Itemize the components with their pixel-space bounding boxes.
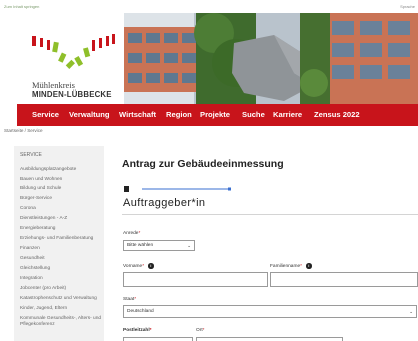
info-icon[interactable]: i: [148, 263, 154, 269]
nav-item-karriere[interactable]: Karriere: [273, 110, 302, 119]
vorname-label: Vorname* i: [123, 263, 154, 269]
nav-item-service[interactable]: Service: [32, 110, 59, 119]
page-title: Antrag zur Gebäudeeinmessung: [122, 158, 284, 170]
sidebar-item[interactable]: Dienstleistungen - A-Z: [20, 216, 102, 222]
sidebar-item[interactable]: Corona: [20, 206, 102, 212]
sidebar-item[interactable]: Energieberatung: [20, 226, 102, 232]
section-divider: [122, 214, 418, 215]
nav-item-wirtschaft[interactable]: Wirtschaft: [119, 110, 156, 119]
skip-link[interactable]: Zum Inhalt springen: [4, 4, 39, 9]
nav-item-suche[interactable]: Suche: [242, 110, 265, 119]
language-link[interactable]: Sprache: [400, 4, 415, 9]
anrede-select[interactable]: Bitte wählen ⌄: [123, 240, 195, 251]
staat-label: Staat*: [123, 297, 137, 302]
breadcrumb[interactable]: Startseite / Service: [4, 128, 43, 133]
sidebar-item[interactable]: Gesundheit: [20, 256, 102, 262]
nav-item-zensus[interactable]: Zensus 2022: [314, 110, 360, 119]
sidebar-item[interactable]: Erziehungs- und Familienberatung: [20, 236, 102, 242]
logo-line1: Mühlenkreis: [32, 80, 75, 90]
sidebar-item[interactable]: Finanzen: [20, 246, 102, 252]
ort-label: Ort*: [196, 328, 205, 333]
sidebar-item[interactable]: Integration: [20, 276, 102, 282]
familienname-label: Familienname* i: [270, 263, 312, 269]
sidebar-item[interactable]: Ausbildungsplatzangebote: [20, 167, 102, 173]
top-bar: Zum Inhalt springen Sprache: [0, 0, 418, 12]
anrede-selected-value: Bitte wählen: [127, 243, 154, 248]
sidebar-item[interactable]: Katastrophenschutz und Verwaltung: [20, 296, 102, 302]
vorname-field[interactable]: [123, 272, 268, 287]
section-title: Auftraggeber*in: [123, 197, 206, 209]
chevron-down-icon: ⌄: [409, 308, 413, 314]
sidebar-title: SERVICE: [20, 152, 42, 158]
header-banner-image: [124, 13, 418, 104]
sidebar: SERVICE Ausbildungsplatzangebote Bauen u…: [14, 146, 104, 341]
nav-item-verwaltung[interactable]: Verwaltung: [69, 110, 110, 119]
info-icon[interactable]: i: [306, 263, 312, 269]
familienname-field[interactable]: [270, 272, 418, 287]
form-progress-bar: [124, 186, 231, 192]
nav-item-projekte[interactable]: Projekte: [200, 110, 230, 119]
chevron-down-icon: ⌄: [187, 242, 191, 248]
site-logo[interactable]: Mühlenkreis MINDEN-LÜBBECKE: [30, 32, 120, 102]
logo-line2: MINDEN-LÜBBECKE: [32, 90, 112, 99]
sidebar-item[interactable]: Bauen und Wohnen: [20, 177, 102, 183]
main-navigation: Service Verwaltung Wirtschaft Region Pro…: [17, 104, 418, 126]
ort-field[interactable]: [196, 337, 343, 341]
sidebar-item[interactable]: Bildung und Schule: [20, 186, 102, 192]
sidebar-item[interactable]: Kommunale Gesundheits-, Alters- und Pfle…: [20, 316, 102, 327]
postleitzahl-field[interactable]: [123, 337, 193, 341]
staat-selected-value: Deutschland: [127, 309, 154, 314]
sidebar-item[interactable]: Gleichstellung: [20, 266, 102, 272]
nav-item-region[interactable]: Region: [166, 110, 192, 119]
logo-bars-icon: [32, 34, 115, 69]
sidebar-item[interactable]: Bürger-Service: [20, 196, 102, 202]
staat-select[interactable]: Deutschland ⌄: [123, 305, 417, 318]
sidebar-item[interactable]: Jobcenter (pro Arbeit): [20, 286, 102, 292]
anrede-label: Anrede*: [123, 231, 141, 236]
sidebar-item[interactable]: Kinder, Jugend, Eltern: [20, 306, 102, 312]
postleitzahl-label: Postleitzahl*: [123, 328, 152, 333]
